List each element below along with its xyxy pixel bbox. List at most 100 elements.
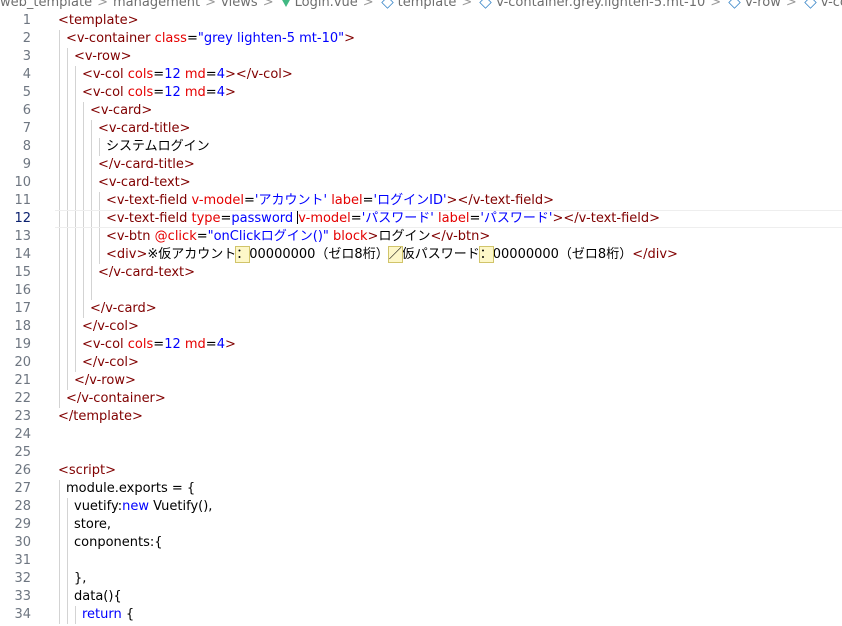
- code-line[interactable]: 11 <v-text-field v-model='アカウント' label='ロ…: [0, 192, 842, 210]
- code-line[interactable]: 16: [0, 282, 842, 300]
- code-line[interactable]: 21 </v-row>: [0, 372, 842, 390]
- indent-guide: [75, 138, 76, 156]
- code-line[interactable]: 32},: [0, 570, 842, 588]
- code-text: </v-container>: [66, 390, 166, 408]
- code-line[interactable]: 23 </template>: [0, 408, 842, 426]
- indent-guide: [83, 156, 84, 174]
- code-text: </v-col>: [82, 354, 139, 372]
- breadcrumb-item-label: Login.vue: [294, 0, 358, 10]
- code-line[interactable]: 14 <div>※仮アカウント：00000000（ゼロ8桁）／仮パスワード：000…: [0, 246, 842, 264]
- code-line[interactable]: 10 <v-card-text>: [0, 174, 842, 192]
- code-text: },: [74, 570, 86, 588]
- indent-guide: [83, 102, 84, 120]
- vue-icon: [280, 0, 291, 7]
- code-token: 00000000（ゼロ8桁）: [492, 247, 633, 262]
- code-line[interactable]: 5 <v-col cols=12 md=4>: [0, 84, 842, 102]
- breadcrumb-separator: >: [262, 0, 274, 10]
- indent-guide: [59, 174, 60, 192]
- breadcrumb: web_template > management > views > Login.vue >…: [0, 0, 842, 12]
- indent-guide: [83, 120, 84, 138]
- code-token: =: [205, 85, 217, 100]
- code-line[interactable]: 20 </v-col>: [0, 354, 842, 372]
- breadcrumb-separator: >: [97, 0, 108, 10]
- code-token: </template>: [58, 409, 143, 424]
- indent-guide: [67, 588, 68, 606]
- code-token: =: [362, 193, 374, 208]
- code-token: ログイン: [378, 229, 431, 244]
- breadcrumb-item-label: web_template: [0, 0, 93, 10]
- breadcrumb-item[interactable]: web_template: [0, 0, 92, 12]
- code-token: =: [153, 67, 165, 82]
- code-line[interactable]: 17 </v-card>: [0, 300, 842, 318]
- indent-guide: [91, 120, 92, 138]
- breadcrumb-item[interactable]: template: [379, 0, 456, 12]
- code-line[interactable]: 6 <v-card>: [0, 102, 842, 120]
- breadcrumb-item[interactable]: views: [221, 0, 258, 12]
- code-line[interactable]: 30 conponents:{: [0, 534, 842, 552]
- code-line[interactable]: 34 return {: [0, 606, 842, 624]
- code-line[interactable]: 8 システムログイン: [0, 138, 842, 156]
- code-token: block: [333, 229, 368, 244]
- breadcrumb-item[interactable]: Login.vue: [279, 0, 358, 12]
- code-token: label: [438, 211, 470, 226]
- breadcrumb-item[interactable]: v-row: [726, 0, 781, 12]
- code-token: 4: [216, 67, 225, 82]
- line-number: 11: [14, 193, 31, 208]
- code-line[interactable]: 3 <v-row>: [0, 48, 842, 66]
- code-line[interactable]: 9 </v-card-title>: [0, 156, 842, 174]
- code-token: </v-card-text>: [98, 265, 196, 280]
- breadcrumb-item[interactable]: v-col: [802, 0, 842, 12]
- code-line[interactable]: 29 store,: [0, 516, 842, 534]
- code-line[interactable]: 28 vuetify:new Vuetify(),: [0, 498, 842, 516]
- code-token: class: [154, 31, 187, 46]
- code-line[interactable]: 4 <v-col cols=12 md=4></v-col>: [0, 66, 842, 84]
- line-number: 32: [14, 571, 31, 586]
- code-line[interactable]: 12 <v-text-field type=password v-model='パ…: [0, 210, 842, 228]
- code-text: <v-card-title>: [98, 120, 190, 138]
- code-token: v-model: [191, 193, 244, 208]
- code-line[interactable]: 24: [0, 426, 842, 444]
- breadcrumb-item[interactable]: management: [113, 0, 200, 12]
- indent-guide: [67, 552, 68, 570]
- code-token: 'ログインID': [373, 193, 447, 208]
- code-line[interactable]: 2 <v-container class="grey lighten-5 mt-1…: [0, 30, 842, 48]
- code-token: new: [122, 499, 149, 514]
- code-line[interactable]: 22 </v-container>: [0, 390, 842, 408]
- code-editor[interactable]: 1 <template> 2 <v-container class="grey lig…: [0, 12, 842, 624]
- code-text: <v-row>: [74, 48, 131, 66]
- indent-guide: [83, 300, 84, 318]
- code-line[interactable]: 26 <script>: [0, 462, 842, 480]
- code-line[interactable]: 33 data(){: [0, 588, 842, 606]
- indent-guide: [83, 174, 84, 192]
- indent-guide: [99, 192, 100, 210]
- indent-guide: [83, 192, 84, 210]
- indent-guide: [75, 354, 76, 372]
- code-token: =: [469, 211, 481, 226]
- code-line[interactable]: 19 <v-col cols=12 md=4>: [0, 336, 842, 354]
- code-token: 'パスワード': [361, 211, 434, 226]
- code-token: =: [205, 67, 217, 82]
- code-line[interactable]: 1 <template>: [0, 12, 842, 30]
- code-text: return {: [82, 606, 134, 624]
- code-token: =: [196, 229, 208, 244]
- code-line[interactable]: 15 </v-card-text>: [0, 264, 842, 282]
- code-token: =: [153, 337, 165, 352]
- code-line[interactable]: 31: [0, 552, 842, 570]
- code-line[interactable]: 7 <v-card-title>: [0, 120, 842, 138]
- code-token: ／: [387, 246, 403, 263]
- code-text: <script>: [58, 462, 116, 480]
- code-token: ：: [235, 246, 251, 263]
- code-line[interactable]: 27 module.exports = {: [0, 480, 842, 498]
- code-text: conponents:{: [74, 534, 163, 552]
- code-token: 仮パスワード: [401, 247, 480, 262]
- line-number: 15: [14, 265, 31, 280]
- breadcrumb-item[interactable]: v-container.grey.lighten-5.mt-10: [477, 0, 705, 12]
- code-line[interactable]: 13 <v-btn @click="onClickログイン()" block>ログ…: [0, 228, 842, 246]
- code-text: <v-card>: [90, 102, 152, 120]
- code-line[interactable]: 25: [0, 444, 842, 462]
- code-line[interactable]: 18 </v-col>: [0, 318, 842, 336]
- indent-guide: [59, 246, 60, 264]
- indent-guide: [59, 498, 60, 516]
- code-token: </v-card-title>: [98, 157, 195, 172]
- line-number: 4: [22, 67, 31, 82]
